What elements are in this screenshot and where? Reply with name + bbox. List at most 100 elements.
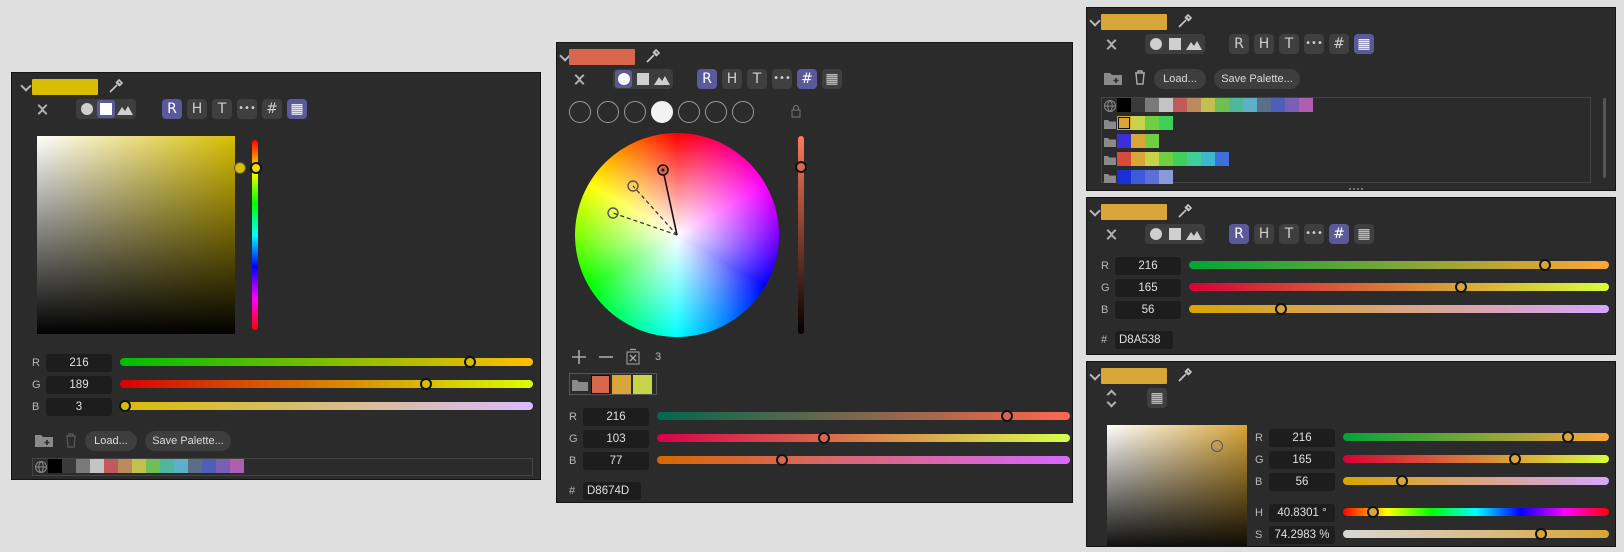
h-slider[interactable] [1343, 506, 1609, 518]
saturation-value-square[interactable] [1107, 425, 1247, 546]
wheel-mode-icon[interactable] [1147, 225, 1164, 243]
palette-swatch[interactable] [1271, 98, 1285, 112]
save-palette-button[interactable]: Save Palette... [145, 431, 231, 451]
h-handle[interactable] [1367, 506, 1380, 518]
folder-icon[interactable] [1103, 135, 1117, 149]
remove-icon[interactable] [597, 348, 615, 366]
b-handle[interactable] [1395, 475, 1408, 487]
value-handle[interactable] [795, 161, 807, 173]
temperature-model-button[interactable]: T [1279, 224, 1299, 244]
r-slider[interactable] [657, 410, 1070, 422]
harmony-analogous-icon[interactable] [651, 101, 673, 123]
expand-icon[interactable] [1105, 389, 1119, 408]
hsv-model-button[interactable]: H [1254, 224, 1274, 244]
new-folder-icon[interactable] [1103, 70, 1123, 86]
current-color-swatch[interactable] [1101, 204, 1167, 220]
resize-handle[interactable] [1349, 188, 1363, 190]
b-slider[interactable] [1189, 303, 1609, 315]
load-palette-button[interactable]: Load... [1154, 69, 1206, 89]
chevron-down-icon[interactable] [20, 80, 32, 92]
rgb-model-button[interactable]: R [697, 69, 717, 89]
hsv-model-button[interactable]: H [1254, 34, 1274, 54]
r-handle[interactable] [1562, 431, 1575, 443]
hex-model-button[interactable]: # [797, 69, 817, 89]
palette-swatch[interactable] [1159, 98, 1173, 112]
palette-swatch[interactable] [1145, 98, 1159, 112]
palette-swatch[interactable] [230, 459, 244, 473]
harmony-swatch-1[interactable] [591, 375, 610, 394]
palette-swatch[interactable] [1285, 98, 1299, 112]
palette-scrollbar[interactable] [1603, 98, 1606, 178]
palette-swatch[interactable] [1145, 152, 1159, 166]
g-handle[interactable] [420, 378, 433, 390]
save-palette-button[interactable]: Save Palette... [1214, 69, 1300, 89]
palette-model-button[interactable]: ▦ [822, 69, 842, 89]
eyedropper-icon[interactable] [1177, 203, 1193, 219]
palette-swatch[interactable] [118, 459, 132, 473]
palette-swatch[interactable] [1173, 98, 1187, 112]
palette-swatch[interactable] [1215, 98, 1229, 112]
g-input[interactable]: 103 [583, 430, 649, 448]
r-input[interactable]: 216 [1269, 429, 1335, 447]
palette-swatch[interactable] [1131, 116, 1145, 130]
saturation-value-square[interactable] [37, 136, 235, 334]
r-input[interactable]: 216 [46, 354, 112, 372]
square-mode-icon[interactable] [634, 70, 651, 88]
eyedropper-icon[interactable] [108, 78, 124, 94]
b-handle[interactable] [1275, 303, 1288, 315]
temperature-model-button[interactable]: T [747, 69, 767, 89]
hex-model-button[interactable]: # [1329, 34, 1349, 54]
palette-swatch[interactable] [1131, 152, 1145, 166]
g-handle[interactable] [1454, 281, 1467, 293]
load-palette-button[interactable]: Load... [85, 431, 137, 451]
temperature-model-button[interactable]: T [1279, 34, 1299, 54]
square-mode-icon[interactable] [1166, 225, 1183, 243]
clear-icon[interactable] [624, 348, 642, 366]
harmony-swatch-2[interactable] [612, 375, 631, 394]
palette-swatch[interactable] [1229, 98, 1243, 112]
palette-swatch[interactable] [1159, 152, 1173, 166]
picker-mode-selector[interactable] [1145, 34, 1205, 54]
g-slider[interactable] [1343, 453, 1609, 465]
r-handle[interactable] [463, 356, 476, 368]
sv-picker-handle[interactable] [1211, 440, 1223, 452]
rgb-model-button[interactable]: R [162, 99, 182, 119]
palette-swatch[interactable] [188, 459, 202, 473]
square-mode-icon[interactable] [1166, 35, 1183, 53]
palette-swatch[interactable] [48, 459, 62, 473]
r-handle[interactable] [1000, 410, 1013, 422]
g-input[interactable]: 189 [46, 376, 112, 394]
palette-swatch[interactable] [1201, 152, 1215, 166]
b-slider[interactable] [657, 454, 1070, 466]
palette-swatch[interactable] [1159, 170, 1173, 184]
palette-swatch[interactable] [1159, 116, 1173, 130]
hex-input[interactable]: D8674D [583, 482, 641, 500]
palette-swatch[interactable] [1145, 170, 1159, 184]
palette-model-button[interactable]: ▦ [1354, 34, 1374, 54]
b-input[interactable]: 3 [46, 398, 112, 416]
hex-model-button[interactable]: # [262, 99, 282, 119]
palette-swatch[interactable] [1243, 98, 1257, 112]
s-slider[interactable] [1343, 528, 1609, 540]
palette-swatch[interactable] [1145, 116, 1159, 130]
picker-mode-selector[interactable] [1145, 224, 1205, 244]
temperature-model-button[interactable]: T [212, 99, 232, 119]
r-input[interactable]: 216 [1115, 257, 1181, 275]
folder-icon[interactable] [571, 377, 589, 393]
folder-icon[interactable] [1103, 153, 1117, 167]
r-slider[interactable] [1343, 431, 1609, 443]
palette-model-button[interactable]: ▦ [1354, 224, 1374, 244]
g-slider[interactable] [1189, 281, 1609, 293]
palette-model-button[interactable]: ▦ [1147, 388, 1167, 408]
new-folder-icon[interactable] [34, 432, 54, 448]
b-input[interactable]: 77 [583, 452, 649, 470]
trash-icon[interactable] [1132, 69, 1148, 85]
palette-row[interactable] [1117, 134, 1159, 150]
square-mode-icon[interactable] [97, 100, 115, 118]
palette-swatch[interactable] [1187, 152, 1201, 166]
folder-icon[interactable] [1103, 117, 1117, 131]
palette-swatch[interactable] [1117, 98, 1131, 112]
image-mode-icon[interactable] [1186, 35, 1203, 53]
trash-icon[interactable] [63, 432, 79, 448]
harmony-tetrad-icon[interactable] [705, 101, 727, 123]
